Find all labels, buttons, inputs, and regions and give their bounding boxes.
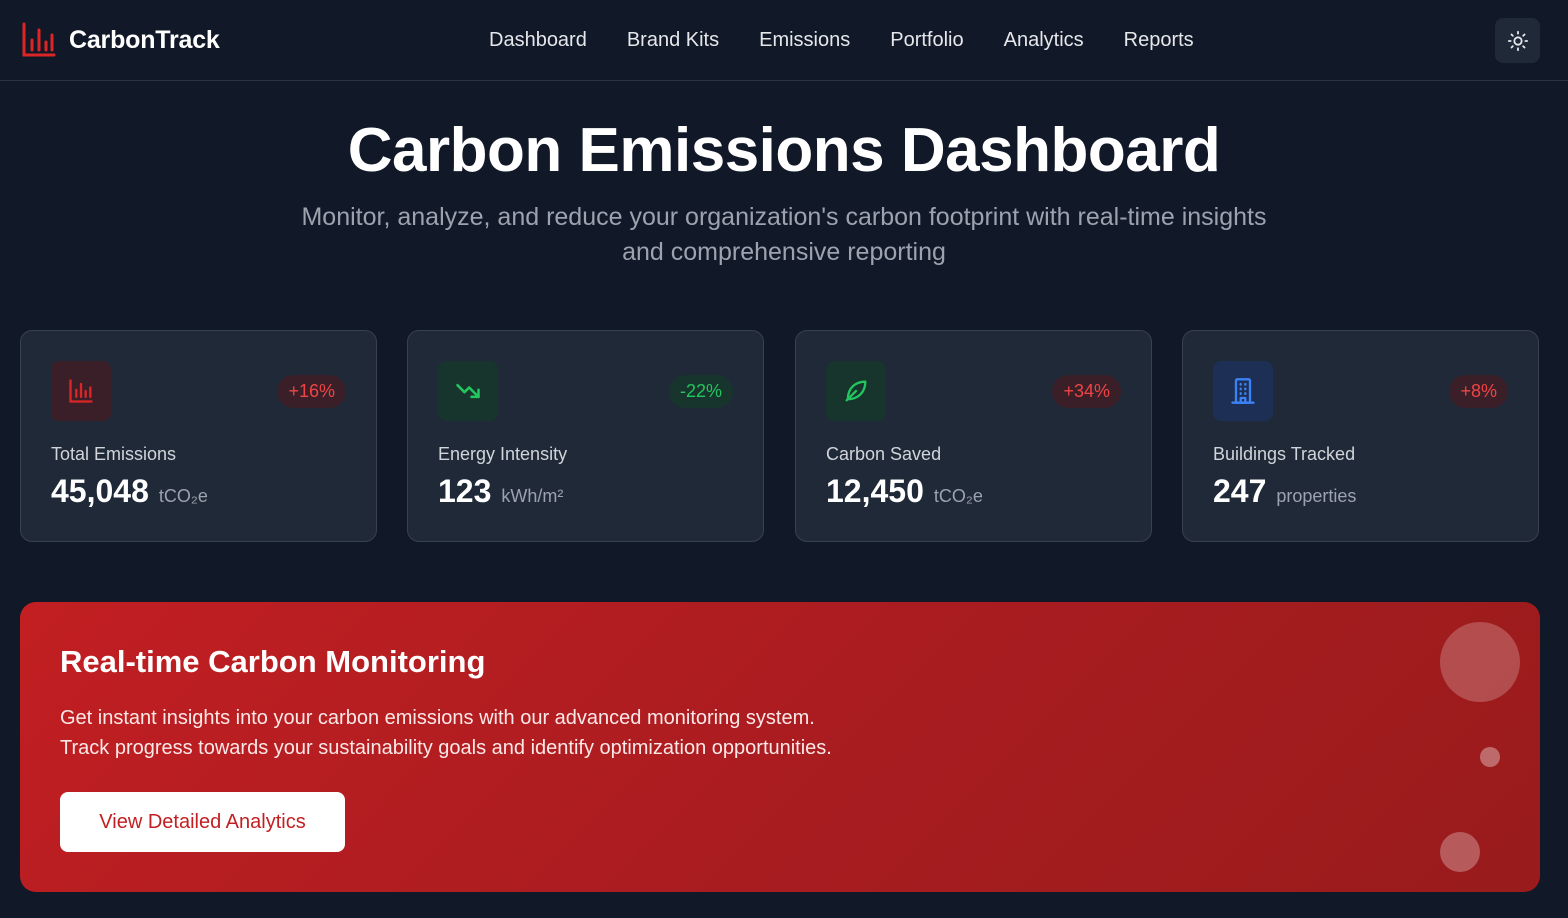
stat-icon-wrapper <box>826 361 886 421</box>
bar-chart-icon <box>22 22 56 57</box>
stat-value: 12,450 <box>826 473 924 509</box>
nav-item-dashboard[interactable]: Dashboard <box>489 27 587 53</box>
view-detailed-analytics-button[interactable]: View Detailed Analytics <box>60 792 345 852</box>
stat-unit: kWh/m² <box>501 486 564 506</box>
stat-value: 123 <box>438 473 492 509</box>
nav-item-emissions[interactable]: Emissions <box>759 27 850 53</box>
banner-title: Real-time Carbon Monitoring <box>60 644 486 679</box>
stat-value-row: 247 properties <box>1213 473 1356 510</box>
page-title: Carbon Emissions Dashboard <box>347 116 1221 185</box>
stat-card-total-emissions: +16% Total Emissions 45,048 tCO₂e <box>20 330 377 542</box>
top-navigation-bar: CarbonTrack Dashboard Brand Kits Emissio… <box>0 0 1568 81</box>
stat-icon-wrapper <box>1213 361 1273 421</box>
stat-value-row: 45,048 tCO₂e <box>51 473 208 510</box>
monitoring-banner: Real-time Carbon Monitoring Get instant … <box>20 602 1540 892</box>
stat-icon-wrapper <box>51 361 111 421</box>
banner-text-line: Track progress towards your sustainabili… <box>60 737 832 759</box>
change-badge: -22% <box>668 375 733 408</box>
stat-card-energy-intensity: -22% Energy Intensity 123 kWh/m² <box>407 330 764 542</box>
building-icon <box>1231 378 1255 404</box>
stat-label: Total Emissions <box>51 444 177 464</box>
banner-description: Get instant insights into your carbon em… <box>60 703 960 763</box>
change-badge: +8% <box>1449 375 1508 408</box>
main-nav: Dashboard Brand Kits Emissions Portfolio… <box>489 27 1234 53</box>
nav-item-analytics[interactable]: Analytics <box>1004 27 1084 53</box>
leaf-icon <box>845 380 867 402</box>
stat-unit: properties <box>1276 486 1357 506</box>
decorative-circle <box>1440 832 1480 872</box>
stat-value-row: 123 kWh/m² <box>438 473 563 510</box>
stat-value: 247 <box>1213 473 1267 509</box>
brand-name: CarbonTrack <box>69 25 220 54</box>
stat-label: Carbon Saved <box>826 444 942 464</box>
sun-icon <box>1507 30 1528 51</box>
theme-toggle-button[interactable] <box>1495 18 1540 63</box>
bar-chart-icon <box>69 379 93 403</box>
stat-value-row: 12,450 tCO₂e <box>826 473 983 510</box>
change-badge: +34% <box>1052 375 1121 408</box>
nav-item-reports[interactable]: Reports <box>1124 27 1194 53</box>
stat-label: Buildings Tracked <box>1213 444 1356 464</box>
nav-item-portfolio[interactable]: Portfolio <box>890 27 963 53</box>
stat-label: Energy Intensity <box>438 444 568 464</box>
stat-unit: tCO₂e <box>933 486 983 506</box>
stat-icon-wrapper <box>438 361 498 421</box>
page-subtitle: Monitor, analyze, and reduce your organi… <box>301 203 1267 266</box>
stat-card-buildings-tracked: +8% Buildings Tracked 247 properties <box>1182 330 1539 542</box>
decorative-circle <box>1480 747 1500 767</box>
nav-item-brand-kits[interactable]: Brand Kits <box>627 27 719 53</box>
decorative-circle <box>1440 622 1520 702</box>
stat-card-carbon-saved: +34% Carbon Saved 12,450 tCO₂e <box>795 330 1152 542</box>
brand-logo[interactable]: CarbonTrack <box>22 22 220 58</box>
stat-value: 45,048 <box>51 473 149 509</box>
trending-down-icon <box>456 383 480 399</box>
change-badge: +16% <box>277 375 346 408</box>
stat-unit: tCO₂e <box>158 486 208 506</box>
banner-text-line: Get instant insights into your carbon em… <box>60 707 815 729</box>
